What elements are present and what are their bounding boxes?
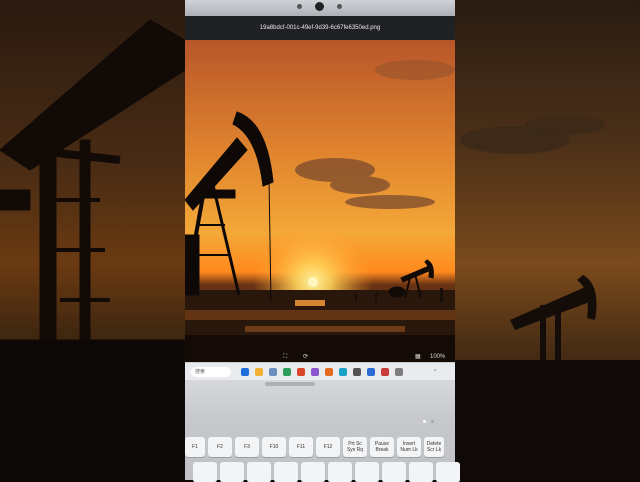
taskbar-app-icon[interactable] (325, 368, 333, 376)
rotate-icon[interactable]: ⟳ (303, 352, 308, 362)
keyboard-key[interactable] (301, 462, 325, 482)
taskbar-app-icon[interactable] (255, 368, 263, 376)
left-background-blur (0, 0, 185, 480)
zoom-level[interactable]: 100% (430, 352, 445, 362)
keyboard-key[interactable] (409, 462, 433, 482)
keyboard-key[interactable] (382, 462, 406, 482)
keyboard-key[interactable] (436, 462, 460, 482)
taskbar-app-icon[interactable] (381, 368, 389, 376)
hinge (265, 382, 315, 386)
photo-viewer-window: 19a8bdcf-001c-49ef-9d39-6c67fe6350ed.png (185, 16, 455, 362)
f-key-12[interactable]: F12 (316, 437, 340, 457)
key-delete[interactable]: Delete Scr Lk (424, 437, 444, 457)
taskbar-app-icon[interactable] (311, 368, 319, 376)
tray-chevron-icon[interactable]: ⌃ (433, 367, 437, 377)
keyboard-key[interactable] (247, 462, 271, 482)
light-sensor (337, 4, 342, 9)
key-prtsc[interactable]: Prt Sc Sys Rq (343, 437, 367, 457)
keyboard-key[interactable] (355, 462, 379, 482)
taskbar-app-icon[interactable] (297, 368, 305, 376)
right-background-blur (455, 0, 640, 480)
status-led (423, 420, 426, 423)
key-insert[interactable]: Insert Num Lk (397, 437, 421, 457)
keyboard-key[interactable] (274, 462, 298, 482)
f-key-esc[interactable]: F1 (185, 437, 205, 457)
taskbar-app-icon[interactable] (339, 368, 347, 376)
screen-top-bezel (185, 0, 455, 17)
keyboard-key[interactable] (328, 462, 352, 482)
taskbar-app-icon[interactable] (353, 368, 361, 376)
taskbar-search[interactable]: 搜索 (191, 367, 231, 377)
keyboard-deck: F1 F2 F3 F10 F11 F12 Prt Sc Sys Rq Pause Break Ins… (185, 380, 460, 482)
status-led-2 (431, 420, 434, 423)
taskbar-app-icon[interactable] (269, 368, 277, 376)
grid-icon[interactable]: ▦ (415, 352, 421, 362)
key-pause[interactable]: Pause Break (370, 437, 394, 457)
laptop: 19a8bdcf-001c-49ef-9d39-6c67fe6350ed.png (185, 0, 460, 482)
webcam (315, 2, 324, 11)
taskbar-app-icon[interactable] (241, 368, 249, 376)
viewer-toolbar: ⛶ ⟳ ▦ 100% (185, 352, 455, 362)
viewer-filename: 19a8bdcf-001c-49ef-9d39-6c67fe6350ed.png (259, 25, 381, 31)
keyboard-key[interactable] (193, 462, 217, 482)
f-key-10[interactable]: F10 (262, 437, 286, 457)
sunset-oilfield-photo (185, 40, 455, 362)
f-key-2[interactable]: F2 (208, 437, 232, 457)
ir-sensor (297, 4, 302, 9)
fit-icon[interactable]: ⛶ (283, 352, 287, 362)
f-key-3[interactable]: F3 (235, 437, 259, 457)
taskbar: 搜索 ⌃ (185, 362, 455, 381)
f-key-11[interactable]: F11 (289, 437, 313, 457)
taskbar-app-icon[interactable] (367, 368, 375, 376)
left-pumpjack-silhouette (0, 19, 185, 480)
right-pumpjack-silhouette (455, 115, 640, 480)
taskbar-app-icon[interactable] (395, 368, 403, 376)
taskbar-app-icon[interactable] (283, 368, 291, 376)
keyboard-key[interactable] (220, 462, 244, 482)
